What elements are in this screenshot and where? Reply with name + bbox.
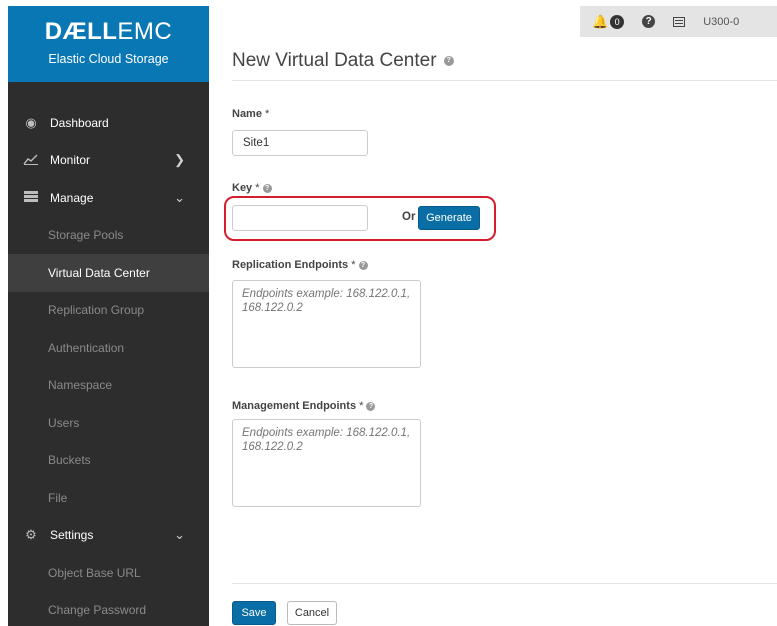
title-divider [232,80,777,81]
sidebar-item-buckets[interactable]: Buckets [8,442,209,480]
sidebar-item-settings[interactable]: ⚙ Settings ⌄ [8,517,209,555]
sidebar-item-label: Authentication [48,340,125,355]
sidebar-item-file[interactable]: File [8,479,209,517]
question-icon: ? [642,15,656,28]
required-mark: * [351,259,356,271]
bell-icon: 🔔 [592,13,609,29]
top-bar: 🔔 0 ? U300-0 [209,6,777,40]
help-icon[interactable]: ? [358,260,368,270]
logo-bold-text: DÆLL [44,18,118,45]
dashboard-icon: ◉ [25,114,37,130]
help-icon[interactable]: ? [262,183,272,193]
list-icon [673,16,686,27]
name-label: Name * [232,108,269,120]
footer-divider [232,583,777,584]
manage-icon [22,190,40,205]
dellemc-logo: DÆLLEMC [8,18,209,46]
sidebar-item-label: Manage [50,190,94,205]
logo-light-text: EMC [117,18,173,45]
sidebar-item-manage[interactable]: Manage ⌄ [8,179,209,217]
alerts-count-badge: 0 [610,14,625,29]
gear-icon: ⚙ [25,527,37,543]
sidebar-item-label: Settings [50,528,94,543]
help-icon[interactable]: ? [366,401,376,411]
sidebar-item-monitor[interactable]: Monitor ❯ [8,142,209,180]
sidebar-item-label: File [48,490,68,505]
chevron-down-icon: ⌄ [174,527,185,543]
help-icon[interactable]: ? [443,55,454,66]
replication-endpoints-label: Replication Endpoints * ? [232,259,368,271]
sidebar-item-dashboard[interactable]: ◉ Dashboard [8,104,209,142]
brand-header[interactable]: DÆLLEMC Elastic Cloud Storage [8,6,209,82]
sidebar-item-label: Users [48,415,80,430]
top-bar-actions: 🔔 0 ? U300-0 [580,6,777,37]
management-endpoints-field[interactable] [232,419,421,507]
page-title: New Virtual Data Center ? [232,50,454,72]
sidebar-item-label: Dashboard [50,115,109,130]
highlight-annotation [224,196,496,241]
guide-button[interactable] [673,16,686,27]
chevron-right-icon: ❯ [174,152,185,168]
sidebar-item-label: Monitor [50,153,91,168]
sidebar-item-namespace[interactable]: Namespace [8,367,209,405]
sidebar-item-replication-group[interactable]: Replication Group [8,292,209,330]
sidebar-item-label: Change Password [48,603,147,618]
chevron-down-icon: ⌄ [174,189,185,205]
name-label-text: Name [232,108,262,120]
sidebar-item-label: Virtual Data Center [48,265,150,280]
sidebar-item-virtual-data-center[interactable]: Virtual Data Center [8,254,209,292]
save-button[interactable]: Save [232,601,276,625]
key-label: Key * ? [232,182,272,194]
cancel-button[interactable]: Cancel [287,601,337,625]
sidebar-item-users[interactable]: Users [8,404,209,442]
sidebar-item-object-base-url[interactable]: Object Base URL [8,554,209,592]
alerts-button[interactable]: 🔔 0 [592,13,625,30]
monitor-chart-icon [22,153,40,168]
management-label-text: Management Endpoints [232,400,357,412]
replication-endpoints-field[interactable] [232,280,421,368]
sidebar-item-label: Replication Group [48,303,145,318]
name-field[interactable] [232,130,368,156]
replication-label-text: Replication Endpoints [232,259,349,271]
required-mark: * [265,108,270,120]
sidebar-item-label: Buckets [48,453,91,468]
sidebar-item-storage-pools[interactable]: Storage Pools [8,217,209,255]
required-mark: * [359,400,364,412]
sidebar-item-change-password[interactable]: Change Password [8,592,209,626]
required-mark: * [255,182,260,194]
key-label-text: Key [232,182,253,194]
user-menu[interactable]: U300-0 [703,16,739,28]
sidebar-nav: ◉ Dashboard Monitor ❯ Manage ⌄ Storage P… [8,82,209,626]
sidebar-item-label: Namespace [48,378,113,393]
sidebar: DÆLLEMC Elastic Cloud Storage ◉ Dashboar… [8,6,209,626]
management-endpoints-label: Management Endpoints * ? [232,400,376,412]
help-button[interactable]: ? [642,15,656,28]
page-title-text: New Virtual Data Center [232,50,437,71]
product-name: Elastic Cloud Storage [48,52,169,66]
sidebar-item-authentication[interactable]: Authentication [8,329,209,367]
sidebar-item-label: Storage Pools [48,228,124,243]
sidebar-item-label: Object Base URL [48,565,141,580]
